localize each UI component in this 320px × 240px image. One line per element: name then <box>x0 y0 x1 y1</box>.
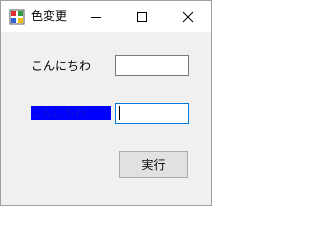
form-app-icon[interactable] <box>9 9 25 25</box>
minimize-icon <box>91 16 101 18</box>
label-hello: こんにちわ <box>31 59 92 73</box>
close-icon <box>182 11 194 22</box>
window-title: 色変更 <box>31 9 68 23</box>
text-input-2[interactable] <box>115 103 189 124</box>
text-caret <box>119 106 120 120</box>
label-selected: こんにちわ <box>31 106 111 120</box>
minimize-button[interactable] <box>73 1 119 32</box>
run-button[interactable]: 実行 <box>119 151 188 178</box>
maximize-icon <box>137 11 147 22</box>
text-input-1[interactable] <box>115 55 189 76</box>
title-bar[interactable]: 色変更 <box>1 1 211 32</box>
main-window: 色変更 こんにちわ こんにちわ 実行 <box>0 0 212 206</box>
close-button[interactable] <box>165 1 211 32</box>
maximize-button[interactable] <box>119 1 165 32</box>
